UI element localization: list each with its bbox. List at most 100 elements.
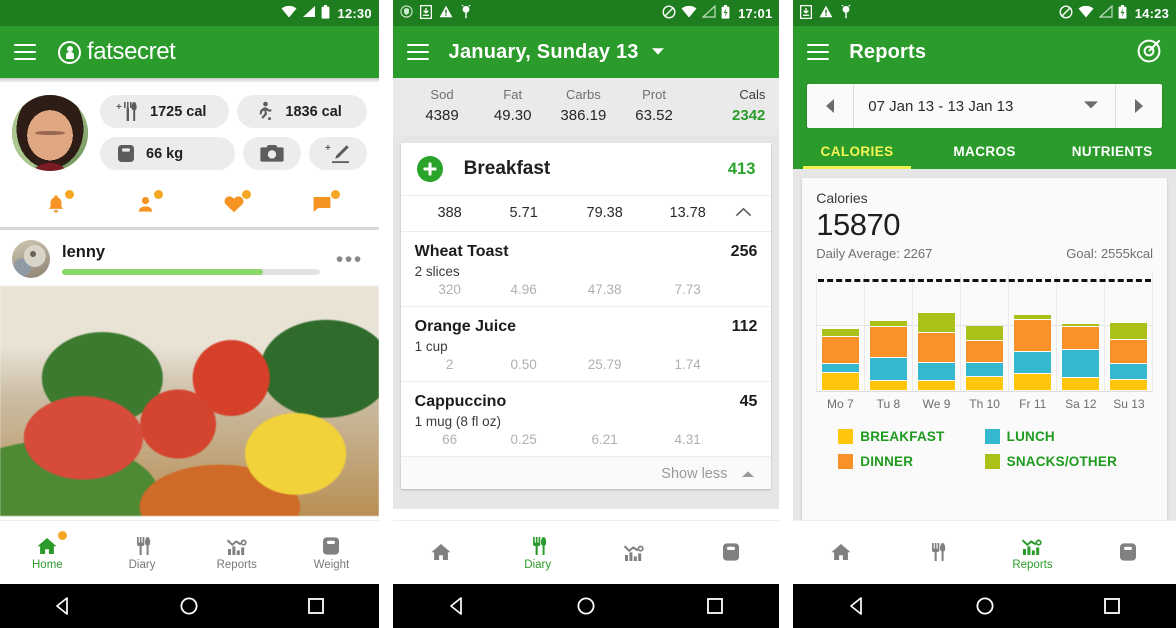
fatsecret-mark-icon — [58, 40, 81, 64]
chip-weight[interactable]: 66 kg — [100, 137, 235, 170]
report-body: Calories 15870 Daily Average: 2267 Goal:… — [793, 169, 1176, 522]
hamburger-icon[interactable] — [14, 44, 36, 60]
social-actions — [12, 179, 367, 227]
nutrient-header-prot: Prot — [642, 87, 666, 102]
diary-list[interactable]: Breakfast 413 388 5.71 79.38 13.78 Wheat… — [392, 135, 780, 509]
page-title: January, Sunday 13 — [448, 40, 639, 63]
android-navigation-bar — [392, 584, 780, 628]
scale-icon — [723, 542, 740, 561]
back-button[interactable] — [846, 595, 868, 617]
app-bar: January, Sunday 13 — [392, 26, 780, 78]
food-macro-carbs: 6.21 — [591, 432, 618, 447]
food-macro-sod: 320 — [438, 282, 461, 297]
food-serving: 1 mug (8 fl oz) — [414, 414, 501, 429]
food-calories: 45 — [739, 393, 758, 410]
food-row[interactable]: Cappuccino 45 1 mug (8 fl oz) 66 0.25 6.… — [400, 381, 772, 456]
recents-button[interactable] — [305, 595, 327, 617]
home-button[interactable] — [974, 595, 996, 617]
back-button[interactable] — [52, 595, 74, 617]
nav-item-home[interactable] — [393, 521, 490, 584]
nutrition-summary-headers: Sod Fat Carbs Prot Cals — [407, 87, 765, 102]
social-notifications[interactable] — [12, 190, 101, 215]
chart-segment-breakfast — [870, 381, 908, 391]
nav-item-reports[interactable] — [586, 521, 683, 584]
chart-bar — [822, 328, 860, 391]
more-horizontal-icon[interactable]: ••• — [336, 248, 367, 272]
chip-food-calories[interactable]: + 1725 cal — [100, 95, 230, 128]
hamburger-icon[interactable] — [406, 44, 429, 60]
nav-item-diary[interactable]: Diary — [489, 521, 586, 584]
meal-macros-row[interactable]: 388 5.71 79.38 13.78 — [400, 195, 772, 231]
social-comments[interactable] — [278, 190, 367, 215]
home-icon — [37, 537, 57, 554]
exercise-icon — [253, 101, 275, 122]
home-button[interactable] — [178, 595, 200, 617]
phone-screen-home: 12:30 fatsecret + 1725 cal 1836 cal 66 k… — [0, 0, 379, 628]
date-range-selector: 07 Jan 13 - 13 Jan 13 — [793, 78, 1176, 128]
chevron-down-icon[interactable] — [1083, 100, 1115, 113]
chart-segment-dinner — [966, 341, 1003, 363]
meal-header[interactable]: Breakfast 413 — [401, 143, 772, 195]
feed-photo[interactable] — [0, 286, 379, 516]
nav-item-weight[interactable] — [683, 521, 780, 584]
recents-button[interactable] — [1101, 595, 1123, 617]
chip-exercise-calories[interactable]: 1836 cal — [237, 95, 367, 128]
card-title: Calories — [816, 190, 868, 206]
show-less-row[interactable]: Show less — [400, 456, 772, 489]
target-icon[interactable] — [1136, 36, 1164, 69]
nav-item-home[interactable]: Home — [0, 521, 95, 584]
daily-average-label: Daily Average: 2267 — [816, 246, 933, 261]
chevron-up-icon[interactable] — [729, 205, 758, 221]
android-icon — [460, 4, 472, 22]
legend-label-breakfast: BREAKFAST — [860, 429, 945, 444]
social-friends[interactable] — [101, 190, 190, 215]
avatar[interactable] — [12, 95, 88, 171]
chip-edit[interactable]: + — [308, 137, 367, 170]
food-row[interactable]: Orange Juice 112 1 cup 2 0.50 25.79 1.74 — [400, 306, 772, 381]
food-serving: 2 slices — [414, 264, 460, 279]
tab-calories[interactable]: CALORIES — [793, 135, 921, 169]
social-likes[interactable] — [189, 190, 278, 215]
tab-macros[interactable]: MACROS — [921, 135, 1049, 169]
chart-x-label: Fr 11 — [1019, 397, 1047, 411]
food-row[interactable]: Wheat Toast 256 2 slices 320 4.96 47.38 … — [400, 231, 772, 306]
tab-nutrients[interactable]: NUTRIENTS — [1048, 135, 1176, 169]
plus-circle-icon[interactable] — [416, 156, 443, 182]
nav-item-reports[interactable]: Reports — [189, 521, 284, 584]
back-button[interactable] — [446, 595, 468, 617]
chip-camera[interactable] — [242, 137, 301, 170]
food-macro-prot: 7.73 — [674, 282, 701, 297]
triangle-right-icon[interactable] — [1116, 98, 1162, 114]
chart-legend: BREAKFAST LUNCH DINNER SNACKS/OTHER — [816, 429, 1153, 469]
chevron-down-icon[interactable] — [651, 43, 665, 61]
chart-x-label: Tu 8 — [876, 397, 901, 411]
chip-weight-value: 66 kg — [146, 145, 184, 162]
nav-item-diary[interactable]: Diary — [95, 521, 190, 584]
chart-bar-column — [864, 273, 912, 391]
chevron-up-icon[interactable] — [741, 466, 755, 482]
feed-avatar[interactable] — [12, 240, 50, 278]
nav-item-weight[interactable]: Weight — [284, 521, 379, 584]
recents-button[interactable] — [704, 595, 726, 617]
date-range-value[interactable]: 07 Jan 13 - 13 Jan 13 — [854, 98, 1083, 115]
nav-item-diary[interactable] — [889, 521, 985, 584]
food-macro-sod: 66 — [442, 432, 458, 447]
legend-item-breakfast: BREAKFAST — [838, 429, 984, 444]
hamburger-icon[interactable] — [807, 44, 830, 60]
chart-segment-lunch — [822, 364, 860, 373]
cutlery-icon — [931, 542, 945, 561]
nav-item-weight[interactable] — [1080, 521, 1176, 584]
wifi-icon — [281, 5, 297, 21]
warning-icon — [439, 5, 453, 21]
scale-icon — [1120, 542, 1137, 561]
triangle-left-icon[interactable] — [807, 98, 853, 114]
chip-food-calories-value: 1725 cal — [150, 103, 207, 120]
panel-gap-2 — [779, 0, 794, 628]
status-bar: 14:23 — [793, 0, 1176, 26]
comment-icon — [314, 197, 331, 212]
nav-item-reports[interactable]: Reports — [985, 521, 1081, 584]
nav-item-home[interactable] — [793, 521, 889, 584]
chart-segment-breakfast — [918, 380, 955, 391]
home-button[interactable] — [575, 595, 597, 617]
food-calories: 256 — [730, 243, 758, 260]
